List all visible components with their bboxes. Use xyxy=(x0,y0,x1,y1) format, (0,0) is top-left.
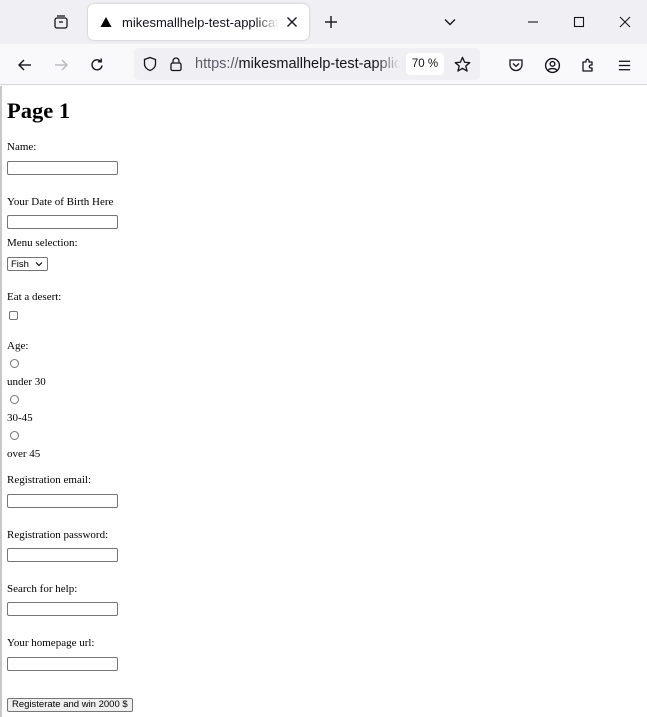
tab-manager-icon xyxy=(54,15,68,29)
star-icon xyxy=(454,56,470,72)
back-button[interactable] xyxy=(11,51,39,79)
reload-icon xyxy=(91,58,103,71)
eat-desert-label: Eat a desert: xyxy=(7,291,62,303)
page-title: Page 1 xyxy=(7,98,71,123)
name-input[interactable] xyxy=(7,161,118,175)
age-radio-over-45[interactable] xyxy=(10,431,19,440)
registration-password-input[interactable] xyxy=(7,548,118,562)
extensions-button[interactable] xyxy=(574,51,602,79)
minimize-window-button[interactable] xyxy=(518,7,548,37)
zoom-level-button[interactable]: 70 % xyxy=(406,53,444,75)
navigation-toolbar: https://mikesmallhelp-test-applic 70 % xyxy=(0,44,647,85)
page-content: Page 1 Name: Your Date of Birth Here Men… xyxy=(0,86,647,717)
age-label: Age: xyxy=(7,340,29,352)
account-button[interactable] xyxy=(538,51,566,79)
age-radio-under-30[interactable] xyxy=(10,359,19,368)
registration-email-label: Registration email: xyxy=(7,474,92,486)
reload-button[interactable] xyxy=(83,51,111,79)
pocket-button[interactable] xyxy=(502,51,530,79)
tab-close-button[interactable] xyxy=(283,13,301,31)
close-icon xyxy=(287,17,297,27)
tab-bar: mikesmallhelp-test-application xyxy=(0,0,647,44)
tracking-protection-button[interactable] xyxy=(140,54,160,74)
maximize-icon xyxy=(573,16,585,28)
date-of-birth-label: Your Date of Birth Here xyxy=(7,196,114,208)
plus-icon xyxy=(325,16,337,28)
menu-selection-select[interactable]: Fish xyxy=(7,257,48,271)
lock-icon xyxy=(170,57,182,72)
chevron-down-icon xyxy=(35,262,43,267)
bookmark-button[interactable] xyxy=(452,54,472,74)
account-icon xyxy=(544,57,560,73)
search-help-input[interactable] xyxy=(7,602,118,616)
maximize-window-button[interactable] xyxy=(564,7,594,37)
registration-password-label: Registration password: xyxy=(7,529,109,541)
homepage-url-label: Your homepage url: xyxy=(7,637,95,649)
age-option-30-45-label: 30-45 xyxy=(7,412,33,424)
chevron-down-icon xyxy=(444,19,456,26)
tab-manager-button[interactable] xyxy=(48,9,74,35)
puzzle-icon xyxy=(582,58,593,72)
menu-selected-value: Fish xyxy=(11,258,29,270)
arrow-right-icon xyxy=(55,59,68,71)
minimize-icon xyxy=(528,21,538,23)
menu-selection-label: Menu selection: xyxy=(7,237,78,249)
age-radio-30-45[interactable] xyxy=(10,395,19,404)
age-option-over-45-label: over 45 xyxy=(7,448,41,460)
arrow-left-icon xyxy=(18,59,31,71)
homepage-url-input[interactable] xyxy=(7,657,118,671)
hamburger-menu-icon xyxy=(618,60,630,70)
date-of-birth-input[interactable] xyxy=(7,215,118,229)
url-text[interactable]: https://mikesmallhelp-test-applic xyxy=(195,56,400,72)
name-label: Name: xyxy=(7,141,37,153)
browser-tab[interactable]: mikesmallhelp-test-application xyxy=(88,4,309,40)
url-scheme: https:// xyxy=(195,56,239,72)
triangle-favicon-icon xyxy=(98,14,114,30)
age-option-under-30-label: under 30 xyxy=(7,376,46,388)
search-help-label: Search for help: xyxy=(7,583,78,595)
close-icon xyxy=(619,16,631,28)
site-security-button[interactable] xyxy=(166,54,186,74)
tab-title: mikesmallhelp-test-application xyxy=(122,14,279,30)
application-menu-button[interactable] xyxy=(610,51,638,79)
close-window-button[interactable] xyxy=(610,7,640,37)
registration-email-input[interactable] xyxy=(7,494,118,508)
url-host: mikesmallhelp-test-applic xyxy=(238,56,400,72)
eat-desert-checkbox[interactable] xyxy=(9,311,18,320)
address-bar[interactable]: https://mikesmallhelp-test-applic 70 % xyxy=(134,48,480,80)
list-all-tabs-button[interactable] xyxy=(437,9,463,35)
shield-icon xyxy=(143,56,157,72)
forward-button[interactable] xyxy=(47,51,75,79)
new-tab-button[interactable] xyxy=(318,9,344,35)
pocket-icon xyxy=(509,59,523,72)
register-submit-button[interactable]: Registerate and win 2000 $ xyxy=(7,698,133,712)
